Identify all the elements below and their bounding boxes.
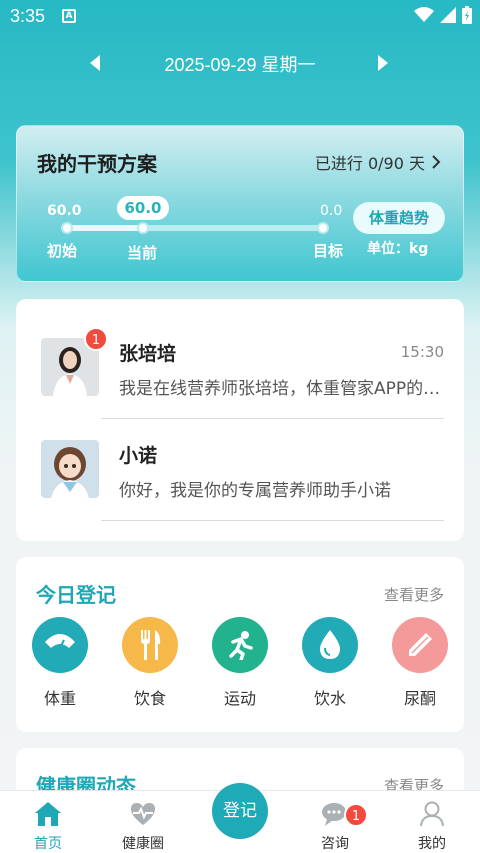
unread-badge: 1 — [84, 327, 108, 351]
water-drop-icon — [302, 617, 358, 673]
today-log-more-link[interactable]: 查看更多 — [384, 584, 444, 605]
notification-a-icon: A — [62, 9, 76, 23]
nav-home[interactable]: 首页 — [13, 801, 83, 853]
next-day-button[interactable] — [372, 52, 394, 74]
chat-item-xiaonuo[interactable]: 小诺 你好，我是你的专属营养师助手小诺 — [16, 421, 464, 521]
plan-progress-text: 已进行 0/90 天 — [314, 154, 425, 173]
log-label: 体重 — [43, 689, 76, 708]
divider — [101, 520, 444, 521]
nav-label: 健康圈 — [122, 836, 164, 852]
plan-title: 我的干预方案 — [37, 152, 157, 176]
running-icon — [212, 617, 268, 673]
consultation-list-card: 1 张培培 15:30 我是在线营养师张培培，体重管家APP的专属营养师 小诺 … — [16, 299, 464, 541]
weight-trend-button[interactable]: 体重趋势 — [353, 202, 445, 234]
log-label: 饮食 — [133, 689, 166, 708]
unit-label: 单位：kg — [367, 241, 429, 257]
chat-time: 15:30 — [400, 343, 444, 361]
consult-unread-badge: 1 — [344, 803, 368, 827]
weight-progress-track — [65, 225, 325, 231]
nav-label: 我的 — [418, 836, 446, 852]
divider — [101, 418, 444, 419]
status-time: 3:35 — [10, 6, 46, 26]
current-date: 2025-09-29 星期一 — [164, 55, 316, 75]
test-strip-icon — [392, 617, 448, 673]
log-water-button[interactable]: 饮水 — [300, 617, 360, 709]
target-label: 目标 — [313, 242, 344, 260]
nav-label: 首页 — [34, 836, 62, 852]
nav-health-circle[interactable]: 健康圈 — [108, 801, 178, 853]
signal-icon — [440, 7, 456, 23]
chat-message: 我是在线营养师张培培，体重管家APP的专属营养师 — [119, 379, 444, 399]
current-weight-value: 60.0 — [117, 196, 169, 220]
chat-name: 小诺 — [119, 445, 158, 467]
target-dot — [317, 222, 329, 234]
nav-label: 咨询 — [321, 836, 349, 852]
log-weight-button[interactable]: 体重 — [30, 617, 90, 709]
chat-name: 张培培 — [119, 343, 177, 365]
chat-message: 你好，我是你的专属营养师助手小诺 — [119, 481, 391, 501]
intervention-plan-card: 我的干预方案 已进行 0/90 天 60.0 60.0 0.0 初始 当前 目标… — [16, 125, 464, 282]
status-bar: 3:35 A — [0, 0, 480, 34]
log-label: 饮水 — [313, 689, 346, 708]
battery-icon — [462, 6, 472, 24]
chevron-right-icon — [432, 155, 441, 169]
today-log-card: 今日登记 查看更多 体重 饮食 运动 饮水 尿酮 — [16, 557, 464, 732]
current-label: 当前 — [127, 244, 158, 262]
scale-icon — [32, 617, 88, 673]
status-icons — [414, 6, 472, 24]
log-ketone-button[interactable]: 尿酮 — [390, 617, 450, 709]
nav-register-button[interactable]: 登记 — [212, 783, 268, 839]
weight-progress-fill — [65, 225, 145, 231]
target-weight-value: 0.0 — [320, 203, 343, 219]
heart-pulse-icon — [131, 803, 155, 825]
log-exercise-button[interactable]: 运动 — [210, 617, 270, 709]
bottom-navigation: 首页 健康圈 登记 咨询 1 我的 — [0, 783, 480, 853]
plan-progress-link[interactable]: 已进行 0/90 天 — [315, 150, 441, 174]
home-icon — [35, 802, 61, 826]
initial-label: 初始 — [47, 242, 78, 260]
log-diet-button[interactable]: 饮食 — [120, 617, 180, 709]
log-label: 尿酮 — [403, 689, 436, 708]
initial-weight-value: 60.0 — [47, 203, 82, 219]
wifi-icon — [414, 7, 434, 22]
user-icon — [420, 801, 444, 827]
log-label: 运动 — [223, 689, 256, 708]
avatar — [41, 440, 99, 498]
triangle-right-icon — [378, 55, 388, 71]
chat-item-zhang[interactable]: 1 张培培 15:30 我是在线营养师张培培，体重管家APP的专属营养师 — [16, 319, 464, 419]
initial-dot — [61, 222, 73, 234]
current-dot — [137, 222, 149, 234]
date-navigator: 2025-09-29 星期一 — [0, 48, 480, 78]
nav-mine[interactable]: 我的 — [397, 801, 467, 853]
today-log-title: 今日登记 — [36, 583, 116, 607]
fork-knife-icon — [122, 617, 178, 673]
